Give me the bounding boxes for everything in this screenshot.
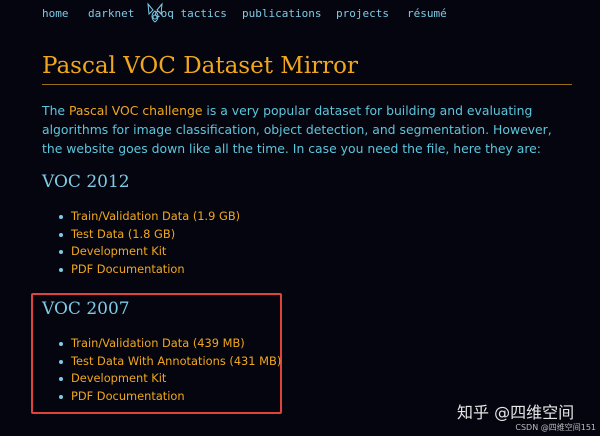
list-item: Development Kit <box>59 370 281 388</box>
intro-paragraph: The Pascal VOC challenge is a very popul… <box>42 101 574 158</box>
list-item: PDF Documentation <box>59 261 240 279</box>
voc2012-test-link[interactable]: Test Data (1.8 GB) <box>71 227 175 241</box>
nav-link-projects[interactable]: projects <box>336 7 389 20</box>
voc2012-devkit-link[interactable]: Development Kit <box>71 244 166 258</box>
list-item: Train/Validation Data (439 MB) <box>59 335 281 353</box>
voc2012-trainval-link[interactable]: Train/Validation Data (1.9 GB) <box>71 209 240 223</box>
nav-link-publications[interactable]: publications <box>242 7 321 20</box>
nav-link-darknet[interactable]: darknet <box>88 7 134 20</box>
zhihu-watermark: 知乎 @四维空间 <box>457 403 575 422</box>
voc2007-heading: VOC 2007 <box>42 299 130 319</box>
voc2007-link-list: Train/Validation Data (439 MB) Test Data… <box>59 335 281 405</box>
voc2007-test-link[interactable]: Test Data With Annotations (431 MB) <box>71 354 281 368</box>
bullet-icon <box>59 377 63 381</box>
voc2012-link-list: Train/Validation Data (1.9 GB) Test Data… <box>59 208 240 278</box>
voc2007-pdf-doc-link[interactable]: PDF Documentation <box>71 389 185 403</box>
bullet-icon <box>59 342 63 346</box>
list-item: Train/Validation Data (1.9 GB) <box>59 208 240 226</box>
bullet-icon <box>59 232 63 237</box>
darknet-logo-icon <box>147 2 163 23</box>
voc2012-heading: VOC 2012 <box>42 172 130 192</box>
nav-link-resume[interactable]: résumé <box>407 7 447 20</box>
voc2007-devkit-link[interactable]: Development Kit <box>71 371 166 385</box>
page-title: Pascal VOC Dataset Mirror <box>42 53 359 79</box>
bullet-icon <box>59 267 63 272</box>
bullet-icon <box>59 215 63 219</box>
bullet-icon <box>59 394 63 399</box>
pascal-voc-challenge-link[interactable]: Pascal VOC challenge <box>69 103 202 118</box>
list-item: PDF Documentation <box>59 388 281 406</box>
bullet-icon <box>59 359 63 364</box>
list-item: Development Kit <box>59 243 240 261</box>
intro-prefix: The <box>42 103 69 118</box>
bullet-icon <box>59 250 63 254</box>
list-item: Test Data With Annotations (431 MB) <box>59 353 281 371</box>
csdn-credit: CSDN @四维空间151 <box>515 423 596 432</box>
title-divider <box>42 84 572 85</box>
voc2012-pdf-doc-link[interactable]: PDF Documentation <box>71 262 185 276</box>
list-item: Test Data (1.8 GB) <box>59 226 240 244</box>
voc2007-trainval-link[interactable]: Train/Validation Data (439 MB) <box>71 336 245 350</box>
nav-link-home[interactable]: home <box>42 7 69 20</box>
